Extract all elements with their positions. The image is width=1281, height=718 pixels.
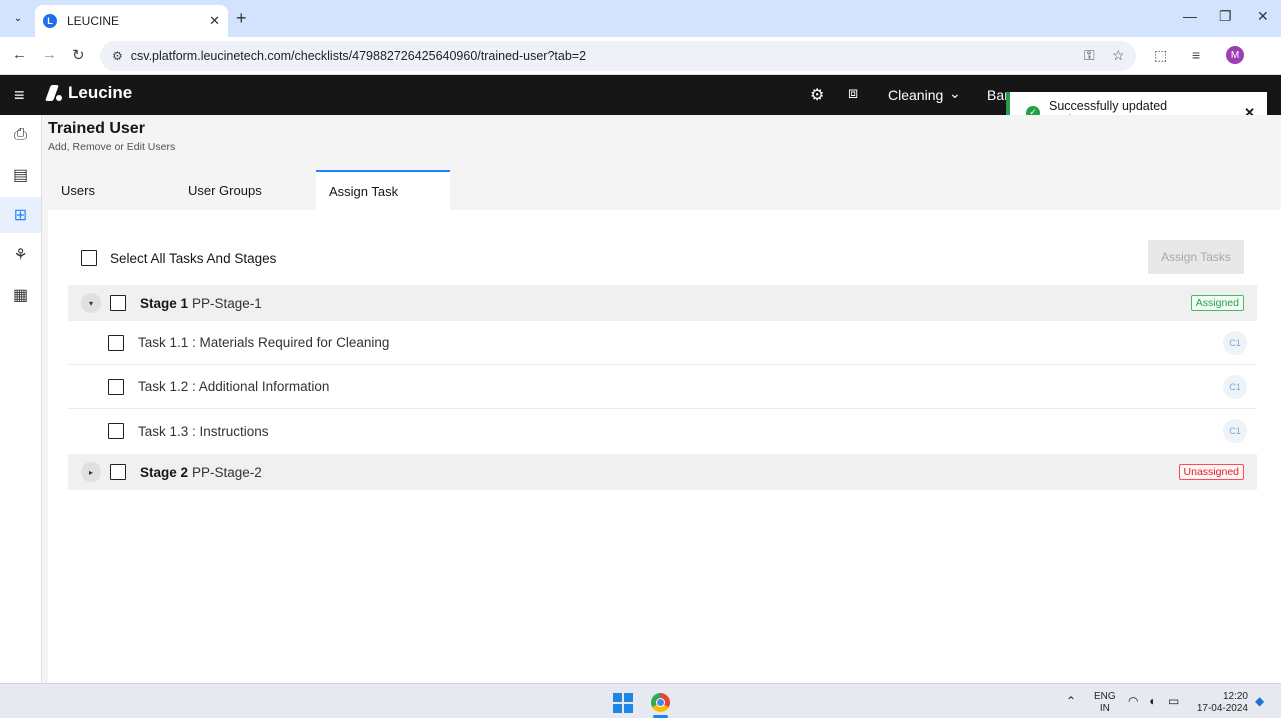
task-row: Task 1.2 : Additional Information C1 bbox=[68, 365, 1257, 409]
battery-icon[interactable]: ▭ bbox=[1168, 694, 1179, 708]
clock-date: 17-04-2024 bbox=[1196, 703, 1248, 714]
tab-assign-task[interactable]: Assign Task bbox=[316, 170, 450, 210]
facility-selector[interactable]: Cleaning bbox=[888, 87, 943, 103]
task-checkbox[interactable] bbox=[108, 423, 124, 439]
chrome-taskbar-icon[interactable] bbox=[651, 693, 670, 712]
select-all-checkbox[interactable] bbox=[81, 250, 97, 266]
chevron-down-icon[interactable]: ▾ bbox=[81, 293, 101, 313]
os-taskbar: ⌃ ENG IN ◠ ◖ ▭ 12:20 17-04-2024 ◆ bbox=[0, 683, 1281, 718]
browser-toolbar: ← → ↻ ⚙ csv.platform.leucinetech.com/che… bbox=[0, 37, 1281, 75]
forward-icon[interactable]: → bbox=[42, 46, 57, 63]
page-tabs: Users User Groups Assign Task bbox=[48, 170, 450, 210]
volume-icon[interactable]: ◖ bbox=[1148, 694, 1155, 708]
task-user-chip: C1 bbox=[1223, 330, 1247, 355]
window-close-icon[interactable]: ✕ bbox=[1257, 8, 1269, 25]
page-subtitle: Add, Remove or Edit Users bbox=[48, 141, 176, 153]
inbox-icon[interactable]: ⎙ bbox=[0, 117, 41, 153]
password-key-icon[interactable]: ⚿ bbox=[1084, 47, 1095, 64]
extensions-icon[interactable]: ⬚ bbox=[1154, 47, 1167, 64]
status-badge: Assigned bbox=[1190, 295, 1244, 311]
back-icon[interactable]: ← bbox=[12, 46, 27, 63]
tab-users[interactable]: Users bbox=[48, 170, 182, 210]
task-user-chip: C1 bbox=[1223, 374, 1247, 399]
tab-user-groups[interactable]: User Groups bbox=[182, 170, 316, 210]
logo-text: Leucine bbox=[68, 83, 133, 102]
maximize-icon[interactable]: ❐ bbox=[1219, 8, 1232, 25]
leucine-logo-icon bbox=[44, 83, 62, 103]
wifi-icon[interactable]: ◠ bbox=[1128, 694, 1138, 708]
task-checkbox[interactable] bbox=[108, 334, 124, 351]
task-row: Task 1.1 : Materials Required for Cleani… bbox=[68, 321, 1257, 365]
assign-tasks-button[interactable]: Assign Tasks bbox=[1148, 240, 1244, 274]
task-row: Task 1.3 : Instructions C1 bbox=[68, 409, 1257, 453]
media-controls-icon[interactable]: ≡ bbox=[1192, 47, 1200, 63]
bookmark-star-icon[interactable]: ☆ bbox=[1112, 47, 1125, 64]
profile-avatar[interactable]: M bbox=[1226, 46, 1244, 64]
stage-number: Stage 1 bbox=[140, 295, 189, 311]
facility-chevron-down-icon[interactable]: ⌄ bbox=[949, 85, 961, 102]
address-url[interactable]: csv.platform.leucinetech.com/checklists/… bbox=[131, 49, 586, 63]
tray-overflow-icon[interactable]: ⌃ bbox=[1066, 694, 1076, 708]
language-indicator[interactable]: ENG IN bbox=[1094, 691, 1116, 715]
status-badge: Unassigned bbox=[1178, 464, 1244, 480]
scan-icon[interactable]: ⧈ bbox=[848, 85, 858, 103]
notification-bell-icon[interactable]: ◆ bbox=[1255, 694, 1264, 708]
browser-tab[interactable]: L LEUCINE ✕ bbox=[35, 5, 228, 37]
stage-number: Stage 2 bbox=[140, 464, 189, 480]
chevron-right-icon[interactable]: ▸ bbox=[81, 462, 101, 482]
hierarchy-icon[interactable]: ⚘ bbox=[0, 237, 41, 273]
task-user-chip: C1 bbox=[1223, 419, 1247, 443]
settings-gear-icon[interactable]: ⚙ bbox=[810, 85, 824, 105]
assign-task-panel: Select All Tasks And Stages Assign Tasks… bbox=[48, 210, 1281, 683]
clock-time: 12:20 bbox=[1222, 691, 1248, 702]
task-name: Task 1.1 : Materials Required for Cleani… bbox=[138, 335, 390, 350]
stage-row: ▸ Stage 2 PP-Stage-2 Unassigned bbox=[68, 454, 1257, 490]
stage-row: ▾ Stage 1 PP-Stage-1 Assigned bbox=[68, 285, 1257, 321]
reload-icon[interactable]: ↻ bbox=[72, 46, 85, 64]
minimize-icon[interactable]: — bbox=[1183, 8, 1197, 24]
calculator-icon[interactable]: ▦ bbox=[0, 277, 41, 313]
stage-name: PP-Stage-1 bbox=[192, 295, 262, 311]
tab-search-dropdown-icon[interactable]: ⌄ bbox=[8, 8, 28, 28]
select-all-row: Select All Tasks And Stages bbox=[81, 250, 276, 266]
stage-name: PP-Stage-2 bbox=[192, 464, 262, 480]
page-title: Trained User bbox=[48, 120, 145, 137]
browser-tabstrip: ⌄ L LEUCINE ✕ + — ❐ ✕ bbox=[0, 0, 1281, 37]
select-all-label: Select All Tasks And Stages bbox=[110, 250, 277, 266]
new-tab-icon[interactable]: + bbox=[236, 8, 247, 29]
tab-close-icon[interactable]: ✕ bbox=[209, 13, 220, 29]
region-code: IN bbox=[1099, 703, 1110, 714]
ontology-icon[interactable]: ⊞ bbox=[0, 197, 41, 233]
browser-tab-title: LEUCINE bbox=[67, 14, 120, 28]
hamburger-menu-icon[interactable]: ≡ bbox=[14, 85, 25, 106]
site-info-icon[interactable]: ⚙ bbox=[112, 49, 123, 63]
task-checkbox[interactable] bbox=[108, 378, 124, 395]
main-content: Trained User Add, Remove or Edit Users U… bbox=[42, 115, 1281, 683]
system-clock[interactable]: 12:20 17-04-2024 bbox=[1194, 691, 1248, 715]
leucine-logo[interactable]: Leucine bbox=[44, 83, 132, 103]
address-bar[interactable]: ⚙ csv.platform.leucinetech.com/checklist… bbox=[100, 41, 1136, 71]
windows-start-icon[interactable] bbox=[613, 693, 633, 713]
leucine-favicon-icon: L bbox=[43, 14, 57, 28]
stage-checkbox[interactable] bbox=[110, 464, 126, 480]
stage-checkbox[interactable] bbox=[110, 295, 126, 311]
checklist-icon[interactable]: ▤ bbox=[0, 157, 41, 193]
task-name: Task 1.2 : Additional Information bbox=[138, 379, 330, 394]
task-name: Task 1.3 : Instructions bbox=[138, 423, 269, 439]
left-nav-rail: ⎙ ▤ ⊞ ⚘ ▦ bbox=[0, 115, 42, 683]
language-code: ENG bbox=[1094, 691, 1116, 702]
